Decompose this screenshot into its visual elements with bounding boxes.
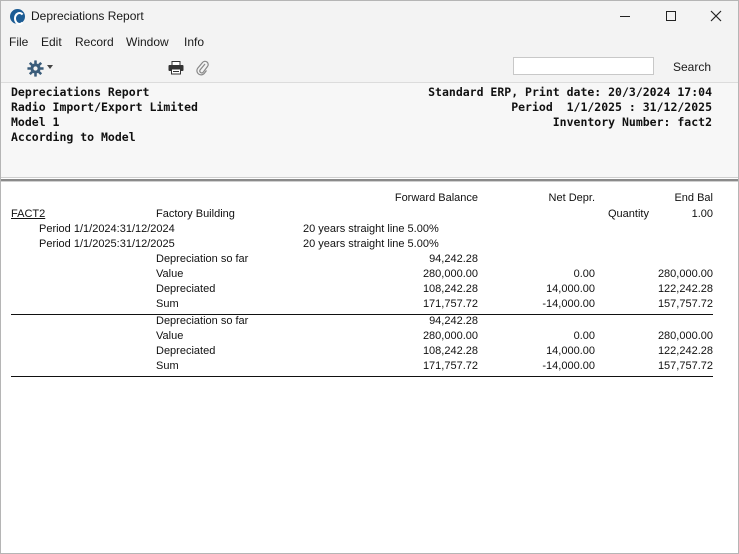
paperclip-icon[interactable] (195, 60, 209, 76)
printer-icon[interactable] (168, 61, 184, 75)
company-name: Radio Import/Export Limited (11, 100, 198, 114)
minimize-icon (620, 15, 630, 17)
maximize-icon (666, 11, 676, 21)
menu-file[interactable]: File (9, 35, 28, 49)
report-header: Depreciations Report Radio Import/Export… (1, 83, 738, 178)
forward-balance-value: 280,000.00 (422, 268, 478, 280)
search-input[interactable] (513, 57, 654, 75)
chevron-down-icon[interactable] (47, 65, 53, 69)
report-window: Depreciations Report File Edit Record Wi… (0, 0, 739, 554)
asset-name: Factory Building (156, 208, 235, 220)
period-method: 20 years straight line 5.00% (303, 238, 439, 250)
quantity-label: Quantity (608, 208, 649, 220)
end-balance-value: 280,000.00 (657, 268, 713, 280)
print-info: Standard ERP, Print date: 20/3/2024 17:0… (428, 85, 712, 99)
total-forward-balance-value: 171,757.72 (422, 360, 478, 372)
total-forward-balance-value: 94,242.28 (429, 315, 478, 327)
model-name: Model 1 (11, 115, 60, 129)
minimize-button[interactable] (602, 1, 648, 31)
row-label: Depreciation so far (156, 253, 249, 265)
maximize-button[interactable] (648, 1, 694, 31)
forward-balance-value: 94,242.28 (429, 253, 478, 265)
total-net-depreciation-value: 14,000.00 (546, 345, 595, 357)
column-header-net-depreciation: Net Depr. (548, 192, 595, 204)
toolbar: Search (1, 52, 738, 83)
calculation-basis: According to Model (11, 130, 136, 144)
total-row-label: Depreciated (156, 345, 216, 357)
period-label: Period 1/1/2025:31/12/2025 (39, 238, 175, 250)
total-end-balance-value: 122,242.28 (657, 345, 713, 357)
report-end-rule (11, 376, 713, 377)
total-forward-balance-value: 108,242.28 (422, 345, 478, 357)
net-depreciation-value: 14,000.00 (546, 283, 595, 295)
total-row-label: Value (156, 330, 184, 342)
asset-code-link[interactable]: FACT2 (11, 208, 45, 220)
window-title: Depreciations Report (31, 9, 144, 23)
net-depreciation-value: -14,000.00 (542, 298, 595, 310)
end-balance-value: 122,242.28 (657, 283, 713, 295)
forward-balance-value: 108,242.28 (422, 283, 478, 295)
title-bar: Depreciations Report (1, 1, 738, 31)
total-net-depreciation-value: 0.00 (573, 330, 595, 342)
menu-window[interactable]: Window (126, 35, 169, 49)
total-net-depreciation-value: -14,000.00 (542, 360, 595, 372)
close-icon (710, 10, 722, 22)
column-header-end-balance: End Bal (674, 192, 713, 204)
menu-record[interactable]: Record (75, 35, 114, 49)
search-button[interactable]: Search (673, 60, 711, 74)
column-header-forward-balance: Forward Balance (394, 192, 478, 204)
period-method: 20 years straight line 5.00% (303, 223, 439, 235)
total-forward-balance-value: 280,000.00 (422, 330, 478, 342)
menu-edit[interactable]: Edit (41, 35, 62, 49)
menu-info[interactable]: Info (184, 35, 204, 49)
app-logo-icon (10, 9, 25, 25)
gear-icon[interactable] (27, 60, 44, 77)
row-label: Depreciated (156, 283, 216, 295)
end-balance-value: 157,757.72 (657, 298, 713, 310)
report-period: Period 1/1/2025 : 31/12/2025 (511, 100, 712, 114)
total-row-label: Sum (156, 360, 179, 372)
row-label: Sum (156, 298, 179, 310)
total-row-label: Depreciation so far (156, 315, 249, 327)
close-button[interactable] (693, 1, 739, 31)
menu-bar: File Edit Record Window Info (1, 31, 738, 52)
report-title: Depreciations Report (11, 85, 150, 99)
report-body: Forward Balance Net Depr. End Bal FACT2 … (1, 182, 738, 554)
forward-balance-value: 171,757.72 (422, 298, 478, 310)
inventory-number: Inventory Number: fact2 (552, 115, 712, 129)
period-label: Period 1/1/2024:31/12/2024 (39, 223, 175, 235)
quantity-value: 1.00 (691, 208, 713, 220)
total-end-balance-value: 280,000.00 (657, 330, 713, 342)
row-label: Value (156, 268, 184, 280)
total-end-balance-value: 157,757.72 (657, 360, 713, 372)
total-divider (11, 314, 713, 315)
net-depreciation-value: 0.00 (573, 268, 595, 280)
